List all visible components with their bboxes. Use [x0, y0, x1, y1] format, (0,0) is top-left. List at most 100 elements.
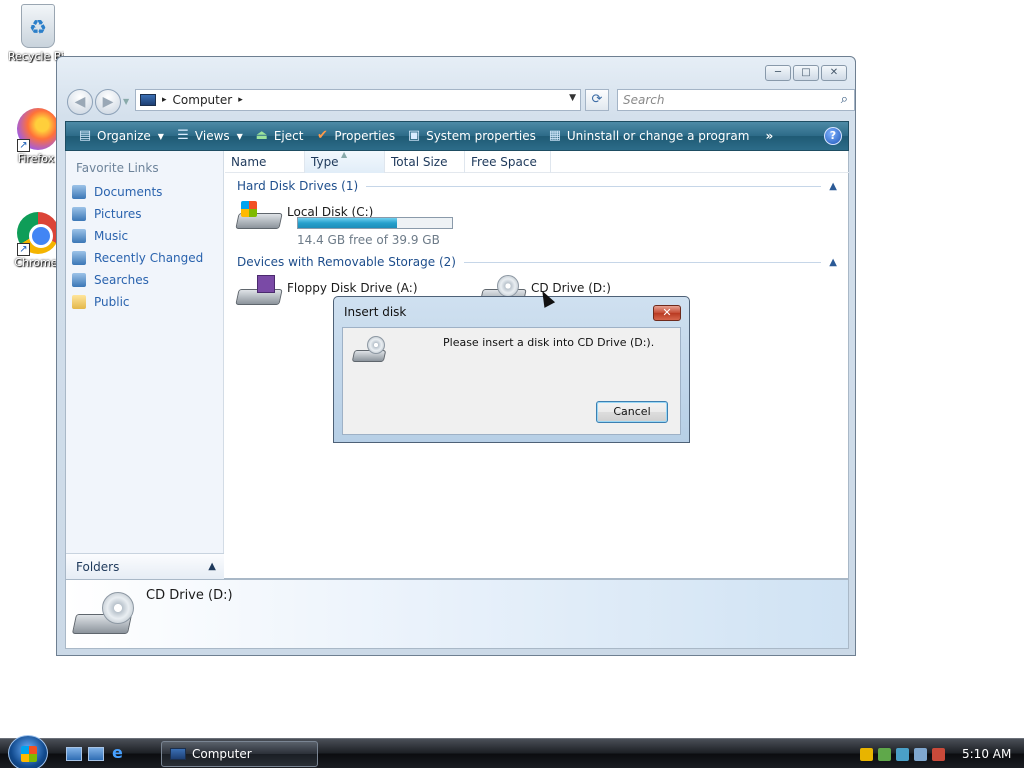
- address-bar[interactable]: ▸ Computer ▸ ▼: [135, 89, 581, 111]
- recently-changed-icon: [72, 251, 86, 265]
- uninstall-label: Uninstall or change a program: [566, 129, 750, 143]
- chevron-up-icon: ▲: [829, 180, 837, 192]
- drive-free-space: 14.4 GB free of 39.9 GB: [297, 233, 440, 247]
- dialog-body: Please insert a disk into CD Drive (D:).…: [342, 327, 681, 435]
- views-button[interactable]: ☰ Views ▼: [170, 124, 249, 148]
- group-header-hard-disk[interactable]: Hard Disk Drives (1) ▲: [237, 179, 837, 193]
- favorite-link-recently-changed[interactable]: Recently Changed: [72, 251, 203, 265]
- search-icon[interactable]: ⌕: [841, 92, 848, 107]
- organize-label: Organize: [97, 129, 151, 143]
- folders-label: Folders: [76, 559, 120, 574]
- clock[interactable]: 5:10 AM: [962, 747, 1011, 761]
- chevron-up-icon: ▲: [829, 256, 837, 268]
- folder-icon: [72, 295, 86, 309]
- organize-icon: ▤: [78, 128, 92, 143]
- back-button[interactable]: ◀: [67, 89, 93, 115]
- favorite-link-public[interactable]: Public: [72, 295, 130, 309]
- documents-icon: [72, 185, 86, 199]
- close-button[interactable]: ✕: [821, 65, 847, 81]
- drive-local-disk[interactable]: Local Disk (C:) 14.4 GB free of 39.9 GB: [235, 199, 475, 251]
- uninstall-button[interactable]: ▦ Uninstall or change a program: [542, 124, 756, 148]
- hard-disk-icon: [235, 199, 283, 235]
- favorite-link-searches[interactable]: Searches: [72, 273, 149, 287]
- computer-icon: [140, 94, 156, 106]
- chrome-icon: ↗: [17, 212, 59, 256]
- cd-drive-icon: [351, 336, 389, 368]
- favorite-link-label: Documents: [94, 185, 163, 199]
- group-header-removable[interactable]: Devices with Removable Storage (2) ▲: [237, 255, 837, 269]
- start-button[interactable]: [8, 735, 48, 768]
- security-shield-icon[interactable]: [860, 747, 873, 761]
- column-header-label: Type: [311, 155, 339, 169]
- address-dropdown-icon[interactable]: ▼: [569, 93, 576, 103]
- system-tray: 5:10 AM: [854, 739, 1024, 768]
- pictures-icon: [72, 207, 86, 221]
- help-icon[interactable]: ?: [824, 127, 842, 145]
- breadcrumb-computer[interactable]: Computer: [173, 93, 233, 107]
- navigation-pane: Favorite Links Documents Pictures Music …: [66, 151, 224, 579]
- recent-pages-dropdown[interactable]: ▼: [123, 97, 129, 106]
- forward-button[interactable]: ▶: [95, 89, 121, 115]
- maximize-button[interactable]: □: [793, 65, 819, 81]
- properties-button[interactable]: ✔ Properties: [309, 124, 401, 148]
- minimize-button[interactable]: ─: [765, 65, 791, 81]
- network-icon[interactable]: [914, 747, 927, 761]
- chevron-up-icon: ▲: [208, 561, 216, 572]
- folders-toggle[interactable]: Folders ▲: [66, 553, 224, 579]
- search-placeholder: Search: [623, 93, 665, 107]
- programs-icon: ▦: [548, 128, 562, 143]
- disk-usage-fill: [298, 218, 397, 228]
- properties-label: Properties: [334, 129, 396, 143]
- column-header-name[interactable]: Name: [225, 151, 305, 173]
- computer-icon: [170, 748, 186, 760]
- column-headers: Name ▲ Type Total Size Free Space: [225, 150, 849, 173]
- breadcrumb-separator: ▸: [162, 95, 167, 105]
- show-desktop-icon[interactable]: [66, 747, 82, 761]
- music-icon: [72, 229, 86, 243]
- favorite-link-label: Searches: [94, 273, 149, 287]
- search-input[interactable]: Search ⌕: [617, 89, 855, 111]
- volume-muted-icon[interactable]: [932, 747, 945, 761]
- taskbar: e Computer 5:10 AM: [0, 735, 1024, 768]
- group-label: Devices with Removable Storage (2): [237, 255, 456, 269]
- dialog-close-button[interactable]: ✕: [653, 305, 681, 321]
- insert-disk-dialog: Insert disk ✕ Please insert a disk into …: [333, 296, 690, 443]
- cancel-button[interactable]: Cancel: [596, 401, 668, 423]
- column-header-free-space[interactable]: Free Space: [465, 151, 551, 173]
- favorite-link-documents[interactable]: Documents: [72, 185, 162, 199]
- column-header-total-size[interactable]: Total Size: [385, 151, 465, 173]
- more-commands-button[interactable]: »: [759, 124, 779, 148]
- refresh-button[interactable]: ⟳: [585, 89, 609, 111]
- chevron-down-icon: ▼: [157, 131, 164, 141]
- safely-remove-icon[interactable]: [878, 747, 891, 761]
- favorite-link-label: Recently Changed: [94, 251, 204, 265]
- switch-windows-icon[interactable]: [88, 747, 104, 761]
- desktop-icon-recycle-bin[interactable]: Recycle Bin: [8, 4, 68, 63]
- favorite-link-label: Music: [94, 229, 129, 243]
- cd-drive-icon: [71, 588, 136, 644]
- favorite-link-label: Pictures: [94, 207, 142, 221]
- dialog-title: Insert disk: [344, 305, 407, 319]
- eject-icon: ⏏: [255, 128, 268, 143]
- windows-update-icon[interactable]: [896, 747, 909, 761]
- favorite-link-music[interactable]: Music: [72, 229, 128, 243]
- system-properties-button[interactable]: ▣ System properties: [401, 124, 542, 148]
- breadcrumb-separator: ▸: [238, 95, 243, 105]
- internet-explorer-icon[interactable]: e: [112, 745, 128, 761]
- firefox-icon: ↗: [17, 108, 59, 152]
- views-icon: ☰: [177, 128, 189, 143]
- column-header-type[interactable]: ▲ Type: [305, 150, 385, 173]
- eject-button[interactable]: ⏏ Eject: [249, 124, 310, 148]
- dialog-message: Please insert a disk into CD Drive (D:).: [443, 336, 655, 349]
- command-bar: ▤ Organize ▼ ☰ Views ▼ ⏏ Eject ✔ Propert…: [65, 121, 849, 151]
- details-pane: CD Drive (D:): [65, 579, 849, 649]
- taskbar-button-computer[interactable]: Computer: [161, 741, 318, 767]
- system-properties-label: System properties: [426, 129, 536, 143]
- searches-icon: [72, 273, 86, 287]
- disk-usage-bar: [297, 217, 453, 229]
- sort-arrow-icon: ▲: [341, 150, 348, 159]
- favorite-link-pictures[interactable]: Pictures: [72, 207, 142, 221]
- system-properties-icon: ▣: [407, 128, 421, 143]
- group-divider: [463, 261, 822, 263]
- organize-button[interactable]: ▤ Organize ▼: [72, 124, 170, 148]
